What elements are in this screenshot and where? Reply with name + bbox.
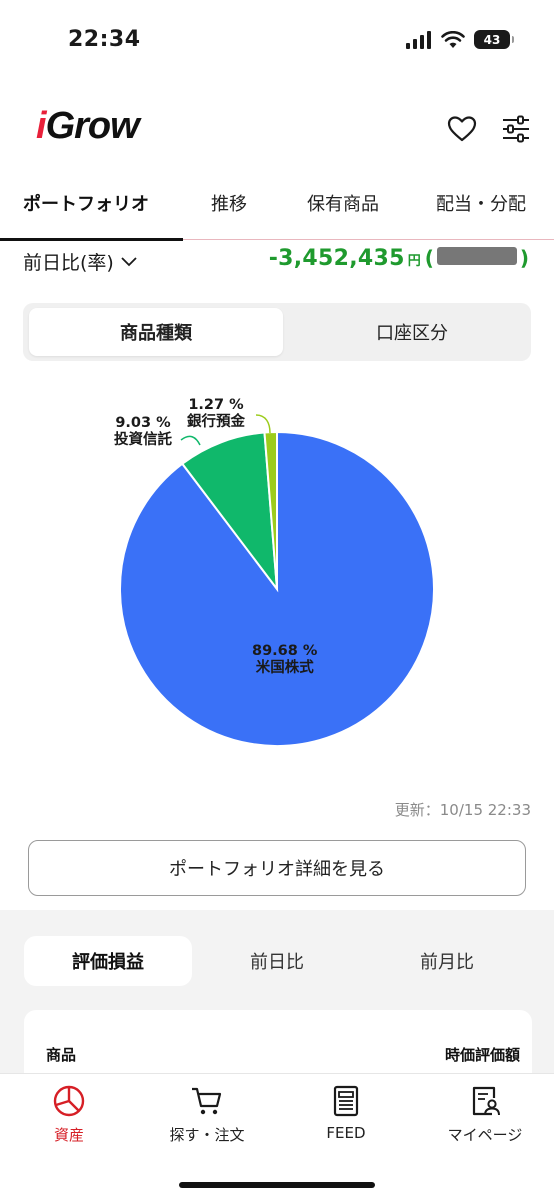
status-bar: 22:34 43	[0, 0, 554, 84]
change-period-selector[interactable]: 前日比(率)	[23, 248, 138, 275]
change-value: -3,452,435 円 ( )	[269, 246, 529, 271]
nav-label: 資産	[53, 1126, 84, 1144]
app-header: iGrow	[0, 105, 554, 155]
slice-name: 米国株式	[255, 660, 314, 676]
column-header-product: 商品	[46, 1046, 77, 1064]
segment-product-type[interactable]: 商品種類	[29, 308, 283, 356]
category-segmented-control: 商品種類 口座区分	[23, 303, 531, 361]
portfolio-pie-chart: 89.68 % 米国株式 9.03 % 投資信託 1.27 % 銀行預金	[0, 385, 554, 765]
status-icons: 43	[406, 30, 514, 49]
nav-label: 探す・注文	[169, 1126, 245, 1144]
pie-chart-icon	[53, 1085, 85, 1117]
bottom-nav: 資産 探す・注文 FEED マイページ	[0, 1073, 554, 1200]
nav-search-order[interactable]: 探す・注文	[138, 1084, 276, 1145]
chevron-down-icon	[121, 256, 137, 266]
slice-name: 投資信託	[114, 432, 172, 448]
change-amount: -3,452,435	[268, 246, 405, 271]
subtab-valuation-pnl[interactable]: 評価損益	[24, 936, 192, 986]
slice-name: 銀行預金	[187, 414, 245, 430]
battery-level: 43	[483, 32, 501, 47]
tab-holdings[interactable]: 保有商品	[307, 190, 379, 216]
daily-change-row: 前日比(率) -3,452,435 円 ( )	[0, 244, 554, 280]
pnl-sub-tabs: 評価損益 前日比 前月比	[24, 936, 532, 986]
pnl-section: 評価損益 前日比 前月比 商品 時価評価額	[0, 910, 554, 1090]
tab-dividends[interactable]: 配当・分配	[436, 190, 526, 216]
updated-timestamp: 更新：10/15 22:33	[394, 801, 531, 819]
battery-icon: 43	[474, 30, 514, 49]
subtab-monthly-change[interactable]: 前月比	[362, 936, 532, 986]
active-tab-indicator	[0, 238, 183, 241]
cart-icon	[192, 1087, 222, 1115]
tab-portfolio[interactable]: ポートフォリオ	[23, 190, 149, 216]
pie-label-bank-deposit: 1.27 % 銀行預金	[187, 397, 245, 431]
newspaper-icon	[333, 1085, 359, 1117]
slice-percent: 1.27 %	[188, 397, 244, 413]
slice-percent: 89.68 %	[252, 643, 318, 659]
wifi-icon	[441, 30, 465, 48]
pie-chart-svg	[119, 414, 435, 747]
column-header-market-value: 時価評価額	[444, 1046, 520, 1064]
nav-feed[interactable]: FEED	[277, 1084, 415, 1142]
top-tabs: ポートフォリオ 推移 保有商品 配当・分配	[0, 170, 554, 241]
app-logo: iGrow	[36, 105, 140, 147]
nav-label: FEED	[326, 1124, 366, 1142]
status-time: 22:34	[68, 27, 141, 52]
home-indicator	[179, 1182, 375, 1188]
slice-percent: 9.03 %	[115, 415, 171, 431]
filter-sliders-icon[interactable]	[500, 113, 532, 145]
nav-label: マイページ	[447, 1126, 523, 1144]
tab-trend[interactable]: 推移	[211, 190, 247, 216]
nav-assets[interactable]: 資産	[0, 1084, 138, 1145]
subtab-daily-change[interactable]: 前日比	[192, 936, 362, 986]
leader-line-bank-deposit	[255, 414, 271, 434]
segment-account-type[interactable]: 口座区分	[285, 308, 539, 356]
nav-mypage[interactable]: マイページ	[416, 1084, 554, 1145]
heart-icon[interactable]	[446, 113, 478, 145]
portfolio-detail-button[interactable]: ポートフォリオ詳細を見る	[28, 840, 526, 896]
profile-icon	[472, 1086, 500, 1116]
change-unit: 円	[407, 254, 421, 269]
leader-line-investment-trust	[180, 435, 201, 446]
open-paren: (	[424, 246, 434, 270]
signal-icon	[406, 30, 431, 49]
masked-rate	[436, 247, 517, 265]
change-period-label: 前日比(率)	[23, 252, 114, 274]
pie-label-investment-trust: 9.03 % 投資信託	[114, 415, 172, 449]
close-paren: )	[519, 246, 529, 270]
pie-label-us-stocks: 89.68 % 米国株式	[252, 643, 317, 677]
